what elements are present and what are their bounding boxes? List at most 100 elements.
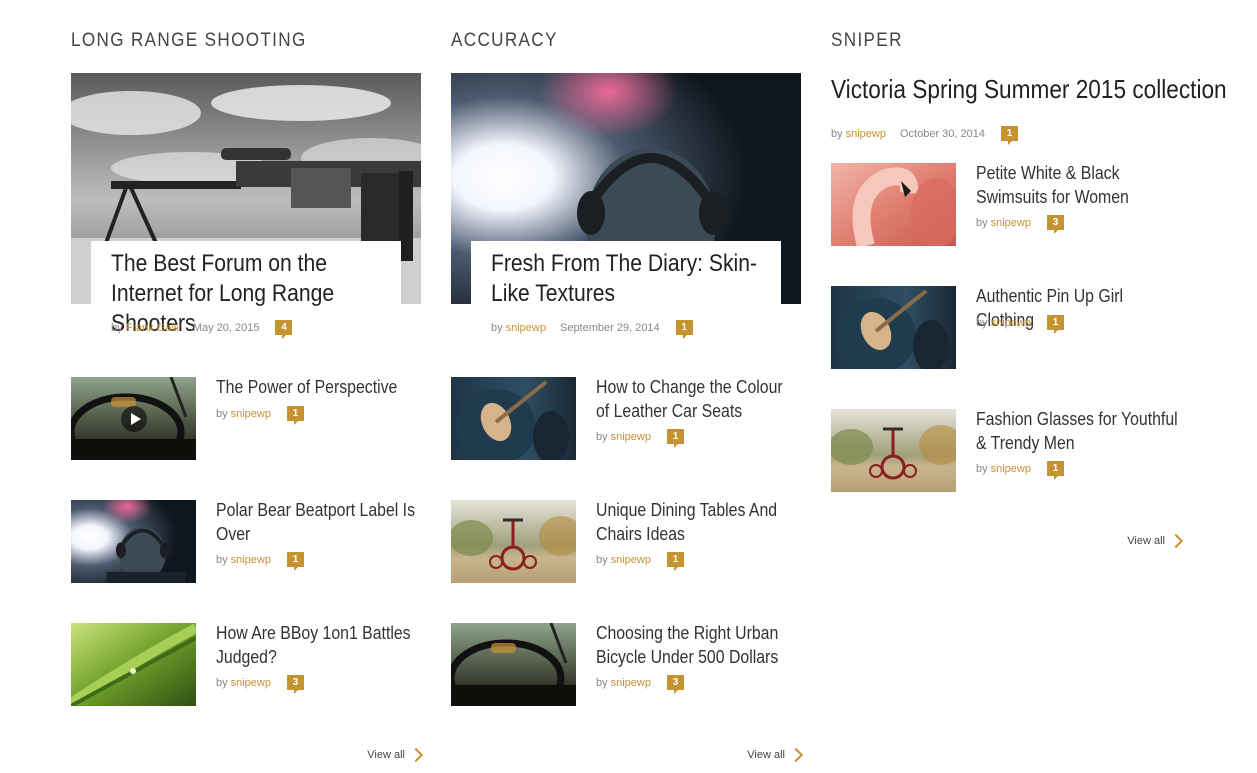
post-thumbnail[interactable] bbox=[831, 286, 956, 369]
by-label: by bbox=[976, 462, 988, 475]
chevron-right-icon bbox=[408, 747, 424, 763]
chevron-right-icon bbox=[1168, 533, 1184, 549]
by-label: by bbox=[831, 127, 843, 140]
list-item: How to Change the Colour of Leather Car … bbox=[451, 377, 801, 461]
author-link[interactable]: snipewp bbox=[231, 408, 271, 420]
featured-post-title[interactable]: Fresh From The Diary: Skin-Like Textures bbox=[491, 249, 764, 309]
post-thumbnail[interactable] bbox=[451, 500, 576, 583]
post-title[interactable]: How Are BBoy 1on1 Battles Judged? bbox=[216, 621, 411, 669]
category-title[interactable]: LONG RANGE SHOOTING bbox=[71, 30, 307, 52]
post-meta: by snipewp 1 bbox=[976, 315, 1064, 334]
view-all-link[interactable]: View all bbox=[747, 747, 804, 763]
play-icon[interactable] bbox=[120, 405, 147, 432]
featured-post-title[interactable]: Victoria Spring Summer 2015 collection bbox=[831, 72, 1227, 106]
post-title[interactable]: How to Change the Colour of Leather Car … bbox=[596, 375, 783, 423]
steering-wheel-image bbox=[451, 623, 576, 706]
list-item: Polar Bear Beatport Label Is Over by sni… bbox=[71, 500, 421, 584]
category-title[interactable]: ACCURACY bbox=[451, 30, 558, 52]
flamingo-image bbox=[831, 163, 956, 246]
post-thumbnail[interactable] bbox=[451, 623, 576, 706]
author-link[interactable]: snipewp bbox=[231, 554, 271, 566]
comment-count-badge[interactable]: 3 bbox=[666, 675, 684, 694]
comment-count-badge[interactable]: 1 bbox=[286, 552, 304, 571]
chevron-right-icon bbox=[788, 747, 804, 763]
list-item: The Power of Perspective by snipewp 1 bbox=[71, 377, 421, 461]
tricycle-image bbox=[831, 409, 956, 492]
list-item: Petite White & Black Swimsuits for Women… bbox=[831, 163, 1181, 247]
author-link[interactable]: Frank Galli bbox=[126, 322, 179, 334]
comment-count-badge[interactable]: 4 bbox=[275, 320, 293, 339]
featured-post-meta: by snipewp October 30, 2014 1 bbox=[831, 126, 1018, 145]
author-link[interactable]: snipewp bbox=[991, 463, 1031, 475]
list-item: Choosing the Right Urban Bicycle Under 5… bbox=[451, 623, 801, 707]
author-link[interactable]: snipewp bbox=[991, 317, 1031, 329]
post-title[interactable]: Choosing the Right Urban Bicycle Under 5… bbox=[596, 621, 778, 669]
by-label: by bbox=[216, 553, 228, 566]
post-date: September 29, 2014 bbox=[559, 321, 660, 334]
by-label: by bbox=[976, 216, 988, 229]
comment-count-badge[interactable]: 1 bbox=[666, 429, 684, 448]
post-date: October 30, 2014 bbox=[899, 127, 985, 140]
by-label: by bbox=[111, 321, 123, 334]
featured-title-card: Fresh From The Diary: Skin-Like Textures bbox=[471, 241, 781, 307]
by-label: by bbox=[596, 676, 608, 689]
list-item: Fashion Glasses for Youthful & Trendy Me… bbox=[831, 409, 1181, 493]
post-thumbnail[interactable] bbox=[451, 377, 576, 460]
headphones-image bbox=[71, 500, 196, 583]
list-item: Unique Dining Tables And Chairs Ideas by… bbox=[451, 500, 801, 584]
featured-title-card: The Best Forum on the Internet for Long … bbox=[91, 241, 401, 337]
by-label: by bbox=[216, 676, 228, 689]
post-title[interactable]: Fashion Glasses for Youthful & Trendy Me… bbox=[976, 407, 1178, 455]
view-all-label: View all bbox=[747, 749, 785, 761]
author-link[interactable]: snipewp bbox=[611, 677, 651, 689]
featured-post-meta: by snipewp September 29, 2014 1 bbox=[491, 320, 693, 339]
by-label: by bbox=[976, 316, 988, 329]
author-link[interactable]: snipewp bbox=[846, 128, 886, 140]
post-meta: by snipewp 3 bbox=[216, 675, 304, 694]
guitar-image bbox=[831, 286, 956, 369]
post-thumbnail[interactable] bbox=[71, 623, 196, 706]
author-link[interactable]: snipewp bbox=[611, 431, 651, 443]
comment-count-badge[interactable]: 1 bbox=[1046, 461, 1064, 480]
category-title[interactable]: SNIPER bbox=[831, 30, 903, 52]
post-thumbnail[interactable] bbox=[71, 377, 196, 460]
view-all-label: View all bbox=[367, 749, 405, 761]
comment-count-badge[interactable]: 1 bbox=[286, 406, 304, 425]
by-label: by bbox=[596, 553, 608, 566]
post-thumbnail[interactable] bbox=[71, 500, 196, 583]
guitar-image bbox=[451, 377, 576, 460]
post-meta: by snipewp 1 bbox=[596, 429, 684, 448]
author-link[interactable]: snipewp bbox=[611, 554, 651, 566]
post-meta: by snipewp 1 bbox=[976, 461, 1064, 480]
comment-count-badge[interactable]: 1 bbox=[666, 552, 684, 571]
view-all-label: View all bbox=[1127, 535, 1165, 547]
tricycle-image bbox=[451, 500, 576, 583]
view-all-link[interactable]: View all bbox=[1127, 533, 1184, 549]
post-title[interactable]: Unique Dining Tables And Chairs Ideas bbox=[596, 498, 777, 546]
featured-post-meta: by Frank Galli May 20, 2015 4 bbox=[111, 320, 293, 339]
view-all-link[interactable]: View all bbox=[367, 747, 424, 763]
list-item: Authentic Pin Up Girl Clothing by snipew… bbox=[831, 286, 1181, 370]
comment-count-badge[interactable]: 1 bbox=[675, 320, 693, 339]
post-thumbnail[interactable] bbox=[831, 409, 956, 492]
post-meta: by snipewp 1 bbox=[216, 406, 304, 425]
comment-count-badge[interactable]: 1 bbox=[1046, 315, 1064, 334]
post-date: May 20, 2015 bbox=[192, 321, 260, 334]
green-leaf-image bbox=[71, 623, 196, 706]
comment-count-badge[interactable]: 3 bbox=[1046, 215, 1064, 234]
list-item: How Are BBoy 1on1 Battles Judged? by sni… bbox=[71, 623, 421, 707]
post-meta: by snipewp 1 bbox=[216, 552, 304, 571]
comment-count-badge[interactable]: 3 bbox=[286, 675, 304, 694]
comment-count-badge[interactable]: 1 bbox=[1001, 126, 1018, 145]
author-link[interactable]: snipewp bbox=[991, 217, 1031, 229]
post-title[interactable]: Petite White & Black Swimsuits for Women bbox=[976, 161, 1152, 209]
post-title[interactable]: The Power of Perspective bbox=[216, 375, 397, 399]
post-thumbnail[interactable] bbox=[831, 163, 956, 246]
author-link[interactable]: snipewp bbox=[506, 322, 546, 334]
post-title[interactable]: Polar Bear Beatport Label Is Over bbox=[216, 498, 415, 546]
post-meta: by snipewp 1 bbox=[596, 552, 684, 571]
post-meta: by snipewp 3 bbox=[596, 675, 684, 694]
author-link[interactable]: snipewp bbox=[231, 677, 271, 689]
by-label: by bbox=[216, 407, 228, 420]
by-label: by bbox=[491, 321, 503, 334]
